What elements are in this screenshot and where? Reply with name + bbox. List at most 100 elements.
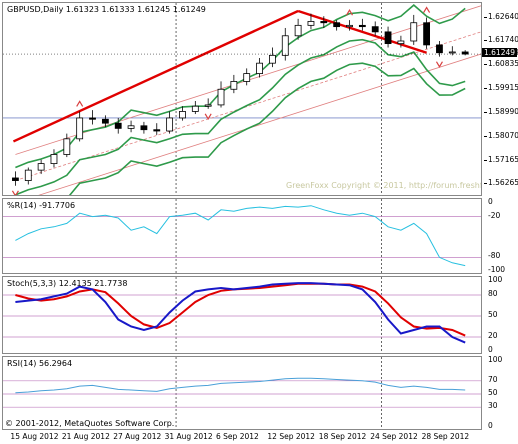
rsi-header: RSI(14) 56.2964	[7, 359, 73, 368]
main-price-scale: 1.62640 1.61740 1.612491.60835 1.59915 1.589…	[484, 2, 518, 196]
bear-candle	[461, 51, 469, 55]
scale-label: 80	[488, 289, 498, 298]
date-label: 12 Sep 2012	[267, 432, 315, 441]
scale-label: 0	[488, 421, 493, 430]
bull-candle	[166, 117, 174, 132]
bear-candle	[12, 177, 19, 181]
price-scale-label: 1.58070	[488, 131, 518, 140]
fractal-arrow	[11, 190, 19, 195]
wpr-header: %R(14) -91.7706	[7, 201, 76, 210]
date-label: 24 Sep 2012	[370, 432, 418, 441]
date-axis: 15 Aug 2012 21 Aug 2012 27 Aug 2012 31 Aug …	[2, 431, 482, 444]
stoch-scale: 100 80 50 20 0	[484, 275, 518, 354]
rsi-pane[interactable]: RSI(14) 56.2964 © 2001-2012, MetaQuotes …	[2, 356, 482, 430]
stoch-pane[interactable]: Stoch(5,3,3) 12.4135 21.7738	[2, 276, 482, 354]
bull-candle	[50, 154, 58, 165]
scale-label: -80	[488, 251, 501, 261]
scale-label: 0	[488, 345, 493, 354]
wpr-scale: 0 -20 -80 -100	[484, 197, 518, 274]
rsi-line	[15, 377, 466, 394]
scale-label: 100	[488, 355, 503, 364]
price-scale-tick	[484, 40, 487, 42]
scale-label: 50	[488, 310, 498, 319]
bear-candle	[101, 118, 109, 124]
price-scale-tick	[484, 183, 487, 185]
price-scale-tick	[484, 87, 487, 89]
bull-candle	[346, 24, 353, 28]
bull-candle	[24, 169, 32, 181]
fractal-arrow	[76, 100, 84, 107]
scale-label: 70	[488, 374, 498, 384]
main-chart-header: GBPUSD,Daily 1.61323 1.61333 1.61245 1.6…	[7, 5, 206, 14]
bear-candle	[384, 31, 392, 45]
bear-candle	[333, 22, 341, 28]
bull-candle	[294, 24, 302, 37]
scale-label: -20	[488, 210, 501, 220]
bull-candle	[191, 105, 199, 112]
bull-candle	[127, 125, 135, 129]
bull-candle	[63, 138, 71, 155]
price-scale-label: 1.56265	[488, 178, 518, 188]
copyright-text: © 2001-2012, MetaQuotes Software Corp.	[5, 419, 175, 428]
rsi-scale: 100 70 50 30 0	[484, 355, 518, 430]
price-scale-tick	[484, 159, 487, 161]
stoch-header: Stoch(5,3,3) 12.4135 21.7738	[7, 279, 128, 288]
price-chart	[3, 3, 481, 195]
date-label: 18 Sep 2012	[318, 432, 367, 441]
bull-candle	[281, 35, 289, 56]
bull-candle	[76, 117, 84, 140]
trend-line-up	[12, 9, 299, 143]
trend-line-down	[297, 9, 427, 54]
fractal-arrow	[423, 6, 431, 13]
scale-label: -100	[488, 265, 506, 274]
bull-candle	[269, 54, 276, 64]
bear-candle	[371, 26, 379, 33]
bull-candle	[230, 81, 238, 90]
scale-label: 30	[488, 401, 498, 411]
price-scale-label: 1.59915	[488, 82, 518, 92]
stoch-signal-line	[15, 282, 466, 337]
price-scale-tick	[484, 16, 487, 18]
bull-candle	[179, 111, 186, 119]
bull-candle	[37, 163, 45, 171]
scale-label: 0	[488, 197, 493, 206]
bull-candle	[256, 62, 263, 75]
bear-candle	[423, 22, 431, 46]
fractal-arrow	[435, 61, 443, 68]
price-scale-label: 1.60835	[488, 58, 518, 68]
stoch-chart	[3, 277, 481, 353]
scale-label: 100	[488, 275, 503, 284]
price-scale-label: 1.61740	[488, 35, 518, 45]
date-label: 31 Aug 2012	[164, 432, 213, 441]
bull-candle	[397, 40, 405, 45]
date-label: 21 Aug 2012	[61, 432, 110, 441]
wpr-line	[15, 205, 466, 267]
bear-candle	[436, 44, 443, 54]
scale-label: 20	[488, 331, 498, 340]
bear-candle	[358, 24, 366, 28]
bear-candle	[153, 129, 161, 132]
price-scale-tick	[484, 112, 487, 113]
watermark: GreenFoxx Copyright © 2011, http://forum…	[286, 181, 482, 190]
bear-candle	[114, 122, 122, 129]
bull-candle	[410, 22, 418, 42]
date-label: 6 Sep 2012	[216, 432, 259, 441]
main-chart-pane[interactable]: GBPUSD,Daily 1.61323 1.61333 1.61245 1.6…	[2, 2, 482, 196]
bull-candle	[217, 88, 225, 106]
bull-candle	[448, 51, 456, 54]
date-label: 15 Aug 2012	[10, 432, 59, 441]
price-scale-label: 1.57165	[488, 154, 518, 164]
current-price-tag: 1.61249	[482, 48, 518, 58]
middle-band	[15, 38, 466, 195]
bear-candle	[140, 125, 148, 131]
date-label: 28 Sep 2012	[421, 432, 470, 441]
wpr-chart	[3, 199, 481, 273]
price-scale-tick	[484, 136, 487, 137]
bear-candle	[320, 21, 328, 24]
bull-candle	[307, 21, 315, 26]
wpr-pane[interactable]: %R(14) -91.7706	[2, 198, 482, 274]
price-scale-label: 1.62640	[488, 11, 518, 21]
date-label: 27 Aug 2012	[113, 432, 162, 441]
price-scale-label: 1.58990	[488, 107, 518, 116]
scale-label: 50	[488, 388, 498, 397]
